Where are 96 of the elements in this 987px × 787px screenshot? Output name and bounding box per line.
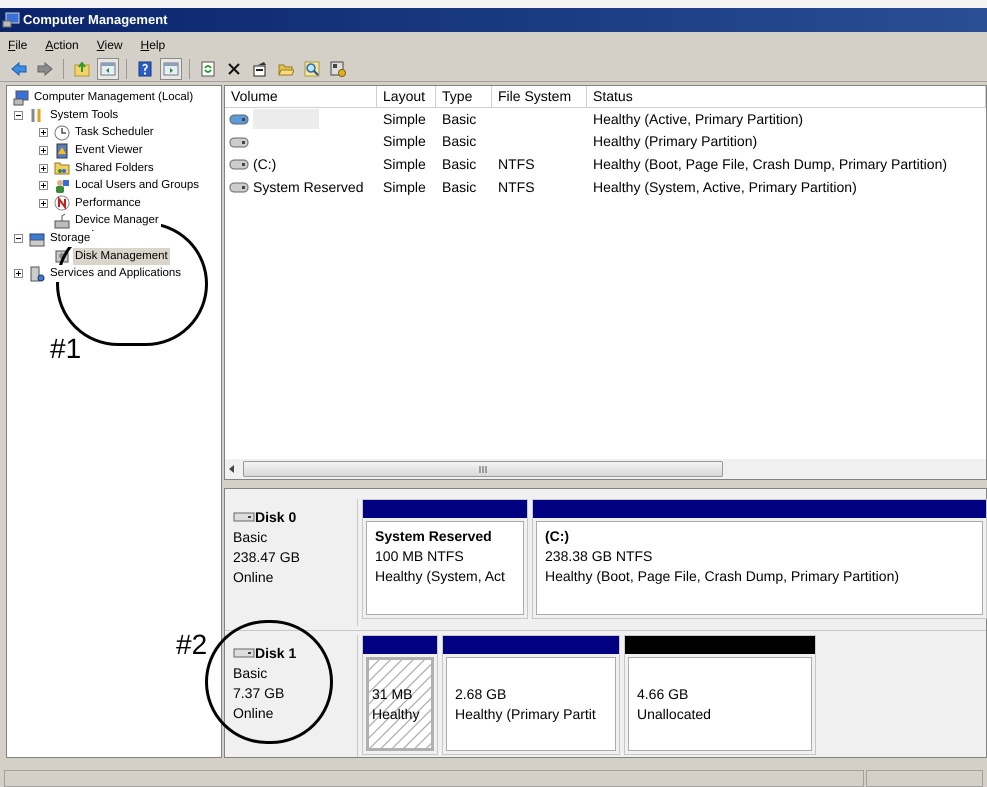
tree-item[interactable]: Storage bbox=[48, 230, 92, 248]
window-title: Computer Management bbox=[23, 11, 168, 30]
partition-info: 4.66 GB bbox=[637, 685, 690, 704]
column-header[interactable]: File System bbox=[492, 86, 587, 107]
disk-info: Basic bbox=[233, 528, 268, 547]
tree-item[interactable]: Device Manager bbox=[73, 212, 161, 230]
annotation-label: #1 bbox=[50, 334, 82, 364]
users-icon bbox=[54, 178, 70, 194]
table-cell-text: Simple bbox=[383, 178, 426, 197]
drive-icon bbox=[229, 181, 249, 194]
table-cell-text: Simple bbox=[383, 110, 426, 129]
table-cell-text: Basic bbox=[442, 132, 476, 152]
tree-item[interactable]: Disk Management bbox=[73, 248, 170, 265]
gauge-icon bbox=[54, 195, 70, 212]
partition-title: (C:) bbox=[545, 527, 570, 546]
partition[interactable]: 31 MB Healthy bbox=[362, 635, 438, 755]
table-cell-text: Basic bbox=[442, 178, 476, 197]
drive-icon bbox=[233, 647, 255, 659]
expand-toggle[interactable] bbox=[39, 164, 48, 173]
magnifier-icon bbox=[304, 60, 320, 76]
pane-toggle-icon bbox=[100, 60, 116, 76]
horizontal-scrollbar[interactable] bbox=[225, 459, 986, 479]
partition[interactable]: 4.66 GB Unallocated bbox=[624, 635, 816, 755]
partition-info: Healthy (System, Act bbox=[375, 567, 506, 586]
disk-name: Disk 0 bbox=[255, 508, 296, 527]
table-cell-text: Healthy (Active, Primary Partition) bbox=[593, 110, 804, 129]
server-gear-icon bbox=[29, 266, 45, 282]
expand-toggle[interactable] bbox=[14, 234, 23, 244]
table-cell-text: Healthy (Primary Partition) bbox=[593, 132, 758, 152]
expand-toggle[interactable] bbox=[39, 198, 48, 208]
partition-info: 100 MB NTFS bbox=[375, 547, 465, 566]
help-icon bbox=[137, 60, 153, 76]
drive-icon bbox=[229, 136, 249, 148]
drive-icon bbox=[233, 511, 255, 523]
table-cell-text: NTFS bbox=[498, 154, 535, 174]
table-cell-text: Healthy (System, Active, Primary Partition) bbox=[593, 178, 857, 197]
table-cell-text: Healthy (Boot, Page File, Crash Dump, Primary Partition) bbox=[593, 154, 948, 174]
partition-title: System Reserved bbox=[375, 527, 493, 546]
shared-folder-icon bbox=[54, 160, 70, 176]
disk-info: Online bbox=[233, 704, 274, 723]
folder-up-icon bbox=[74, 60, 90, 76]
column-header[interactable]: Type bbox=[436, 86, 492, 107]
table-cell-text: Basic bbox=[442, 154, 476, 174]
menu-item[interactable]: View bbox=[96, 36, 123, 54]
menu-item[interactable]: Action bbox=[45, 36, 79, 54]
column-header[interactable]: Status bbox=[587, 86, 986, 107]
column-header[interactable]: Layout bbox=[377, 86, 436, 107]
back-arrow-icon bbox=[11, 60, 27, 76]
scrollbar-thumb[interactable] bbox=[243, 461, 723, 477]
forward-arrow-icon bbox=[37, 60, 53, 76]
refresh-icon bbox=[200, 60, 216, 76]
partition[interactable]: System Reserved 100 MB NTFS Healthy (System, Act bbox=[362, 499, 528, 619]
delete-icon bbox=[226, 60, 242, 76]
annotation-label: #2 bbox=[176, 630, 208, 660]
partition-info: 238.38 GB NTFS bbox=[545, 547, 654, 566]
table-cell-text: (C:) bbox=[253, 154, 276, 174]
expand-toggle[interactable] bbox=[14, 110, 23, 120]
partition-info: Healthy (Boot, Page File, Crash Dump, Primary Partition) bbox=[545, 567, 900, 586]
partition-info: Healthy bbox=[372, 705, 420, 724]
table-cell-text: Basic bbox=[442, 110, 476, 129]
disk-info: Basic bbox=[233, 664, 268, 683]
table-cell bbox=[253, 109, 319, 130]
partition-info: Healthy (Primary Partit bbox=[455, 705, 597, 724]
settings-icon bbox=[330, 60, 346, 76]
partition-info: 31 MB bbox=[372, 685, 414, 704]
disk-info: 7.37 GB bbox=[233, 684, 286, 703]
menu-item[interactable]: Help bbox=[140, 36, 166, 54]
computer-icon bbox=[2, 12, 20, 28]
partition[interactable]: 2.68 GB Healthy (Primary Partit bbox=[442, 635, 620, 755]
expand-toggle[interactable] bbox=[39, 181, 48, 190]
storage-icon bbox=[29, 230, 45, 247]
disk-info: Online bbox=[233, 568, 274, 587]
tree-item[interactable]: Services and Applications bbox=[48, 265, 184, 282]
partition-info: Unallocated bbox=[637, 705, 712, 724]
drive-icon bbox=[229, 158, 249, 170]
table-cell-text: System Reserved bbox=[253, 178, 364, 197]
properties-icon bbox=[252, 60, 268, 76]
menu-item[interactable]: File bbox=[8, 36, 28, 54]
table-cell-text: Simple bbox=[383, 154, 426, 174]
disk-name: Disk 1 bbox=[255, 644, 296, 663]
table-cell-text: NTFS bbox=[498, 178, 535, 197]
pane-toggle-icon bbox=[163, 60, 179, 76]
expand-toggle[interactable] bbox=[39, 128, 48, 138]
table-cell-text: Simple bbox=[383, 132, 426, 152]
expand-toggle[interactable] bbox=[14, 269, 23, 278]
computer-icon bbox=[13, 90, 29, 106]
partition-info: 2.68 GB bbox=[455, 685, 508, 704]
drive-icon bbox=[229, 113, 249, 126]
partition[interactable]: (C:) 238.38 GB NTFS Healthy (Boot, Page File, Crash Dump, Primary Partition) bbox=[532, 499, 987, 619]
device-icon bbox=[54, 212, 70, 229]
scroll-left-arrow-icon[interactable] bbox=[229, 465, 235, 473]
clock-icon bbox=[54, 124, 70, 141]
disk-info: 238.47 GB bbox=[233, 548, 301, 567]
expand-toggle[interactable] bbox=[39, 146, 48, 156]
column-header[interactable]: Volume bbox=[225, 86, 377, 107]
log-icon bbox=[54, 142, 70, 159]
